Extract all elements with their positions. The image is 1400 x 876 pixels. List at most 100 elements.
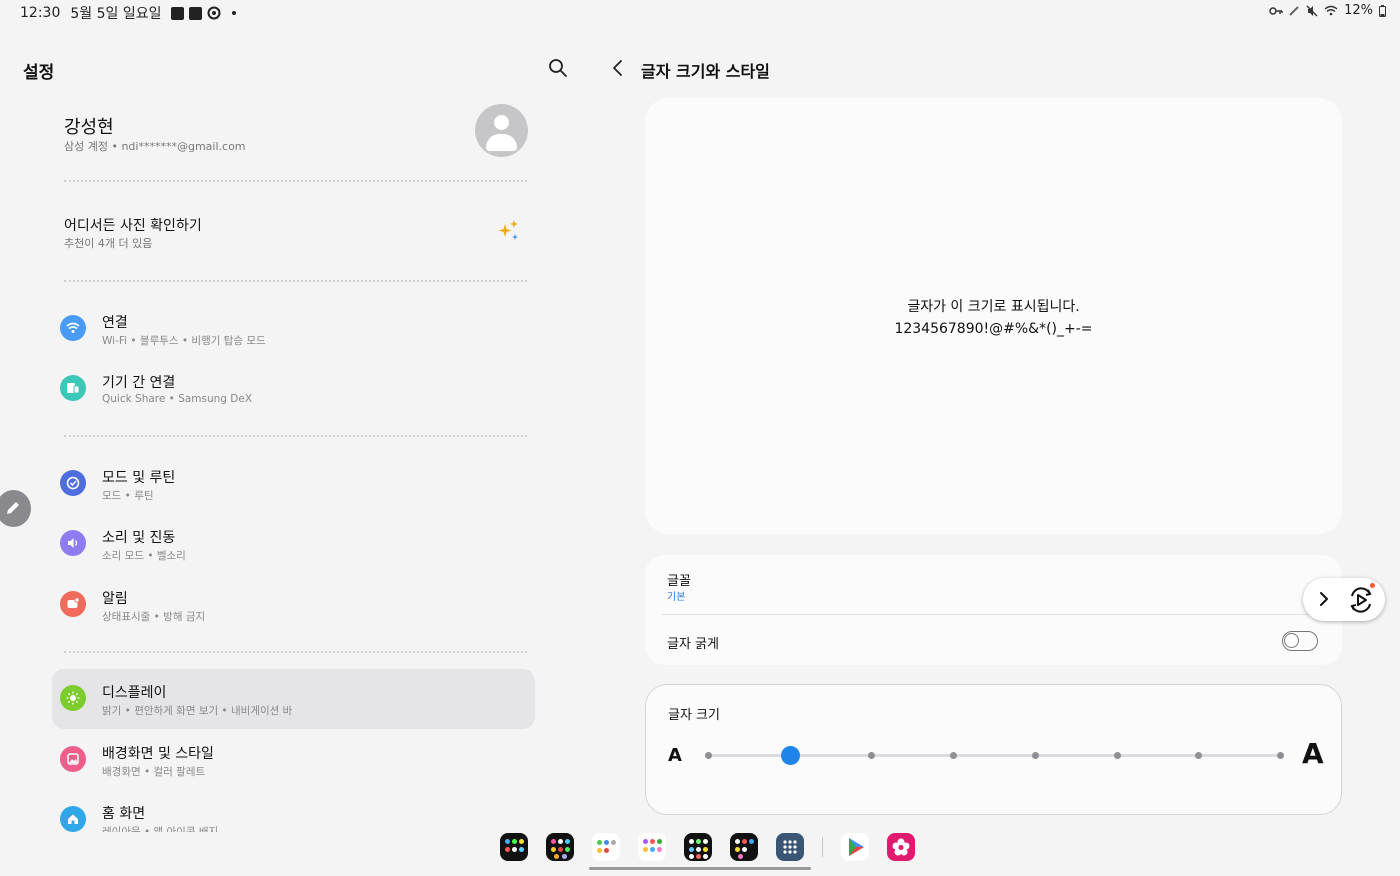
suggestion-subtitle: 추천이 4개 더 있음 xyxy=(64,237,153,250)
font-preview-card: 글자가 이 크기로 표시됩니다. 1234567890!@#%&*()_+-= xyxy=(645,98,1342,534)
app-folder-2-icon[interactable] xyxy=(546,833,574,861)
profile-name[interactable]: 강성현 xyxy=(64,113,114,139)
pen-icon xyxy=(1289,6,1299,16)
settings-title: 설정 xyxy=(23,63,55,83)
notification-icon xyxy=(60,591,86,617)
routine-check-icon xyxy=(60,470,86,496)
settings-item-subtitle: 밝기 • 편안하게 화면 보기 • 내비게이션 바 xyxy=(102,705,293,717)
settings-item-subtitle: 모드 • 루틴 xyxy=(102,490,154,502)
pencil-icon xyxy=(7,502,19,514)
blossom-app-icon[interactable] xyxy=(887,833,915,861)
suggestion-title[interactable]: 어디서든 사진 확인하기 xyxy=(64,215,202,235)
slider-tick xyxy=(705,752,712,759)
status-right: 12% xyxy=(1269,3,1386,18)
screen-record-icon[interactable] xyxy=(1346,585,1376,615)
font-label: 글꼴 xyxy=(667,574,691,589)
font-style-row[interactable]: 글꼴 기본 xyxy=(645,555,1342,613)
brightness-icon xyxy=(60,685,86,711)
settings-item-connections[interactable]: 연결 Wi-Fi • 블루투스 • 비행기 탑승 모드 xyxy=(52,299,535,359)
settings-item-subtitle: Wi-Fi • 블루투스 • 비행기 탑승 모드 xyxy=(102,335,266,347)
settings-item-title: 배경화면 및 스타일 xyxy=(102,746,214,762)
notification-dot xyxy=(1370,583,1375,588)
settings-item-title: 디스플레이 xyxy=(102,685,167,701)
clip-region: 홈 화면 레이아웃 • 앱 아이콘 배지 xyxy=(0,790,560,832)
back-arrow-icon[interactable] xyxy=(606,56,630,80)
app-folder-3-icon[interactable] xyxy=(592,833,620,861)
slider-tick xyxy=(1031,752,1039,759)
edit-pencil-button[interactable] xyxy=(0,490,31,527)
bold-text-label: 글자 굵게 xyxy=(667,637,719,652)
app-folder-1-icon[interactable] xyxy=(500,833,528,861)
home-icon xyxy=(60,806,86,832)
font-style-card: 글꼴 기본 글자 굵게 xyxy=(645,555,1342,665)
battery-percent: 12% xyxy=(1344,3,1373,18)
slider-thumb[interactable] xyxy=(780,746,800,765)
settings-item-notifications[interactable]: 알림 상태표시줄 • 방해 금지 xyxy=(52,575,535,635)
font-size-label: 글자 크기 xyxy=(668,708,720,723)
divider xyxy=(64,180,527,182)
settings-item-modes-routines[interactable]: 모드 및 루틴 모드 • 루틴 xyxy=(52,454,535,514)
key-icon xyxy=(1269,6,1283,15)
grid-icon xyxy=(783,840,797,854)
dot-icon xyxy=(232,11,237,15)
settings-item-subtitle: 소리 모드 • 벨소리 xyxy=(102,550,186,562)
page-title: 글자 크기와 스타일 xyxy=(641,62,770,81)
settings-item-subtitle: 상태표시줄 • 방해 금지 xyxy=(102,611,206,623)
calendar-icon xyxy=(189,6,203,20)
slider-tick xyxy=(950,752,958,759)
avatar-body xyxy=(486,134,517,151)
navigation-handle[interactable] xyxy=(589,867,811,870)
slider-tick xyxy=(868,752,876,759)
settings-item-home-screen[interactable]: 홈 화면 레이아웃 • 앱 아이콘 배지 xyxy=(52,790,535,832)
search-icon[interactable] xyxy=(546,56,570,80)
settings-item-title: 연결 xyxy=(102,315,128,331)
settings-item-subtitle: Quick Share • Samsung DeX xyxy=(102,393,253,405)
divider xyxy=(64,651,527,653)
avatar[interactable] xyxy=(475,104,528,157)
bold-text-toggle[interactable] xyxy=(1282,631,1318,651)
settings-item-device-connect[interactable]: 기기 간 연결 Quick Share • Samsung DeX xyxy=(52,359,535,419)
mute-icon xyxy=(1306,5,1318,16)
settings-item-title: 모드 및 루틴 xyxy=(102,470,176,486)
apps-drawer-icon[interactable] xyxy=(776,833,804,861)
toggle-knob xyxy=(1284,633,1299,648)
status-time: 12:30 xyxy=(20,5,61,21)
settings-item-display[interactable]: 디스플레이 밝기 • 편안하게 화면 보기 • 내비게이션 바 xyxy=(52,669,535,729)
font-value: 기본 xyxy=(667,592,686,603)
preview-text: 글자가 이 크기로 표시됩니다. 1234567890!@#%&*()_+-= xyxy=(645,296,1342,340)
slider-tick xyxy=(1113,752,1121,759)
wifi-icon xyxy=(1324,5,1338,16)
settings-item-title: 알림 xyxy=(102,591,128,607)
settings-item-subtitle: 배경화면 • 컬러 팔레트 xyxy=(102,766,206,778)
chevron-right-icon[interactable] xyxy=(1317,590,1331,608)
dock-separator xyxy=(822,837,823,857)
play-store-icon[interactable] xyxy=(841,833,869,861)
small-a-label: A xyxy=(668,745,682,766)
floating-capture-widget[interactable] xyxy=(1303,578,1385,621)
slider-tick xyxy=(1277,752,1284,759)
app-folder-4-icon[interactable] xyxy=(638,833,666,861)
status-left: 12:30 5월 5일 일요일 xyxy=(20,3,237,23)
app-folder-6-icon[interactable] xyxy=(730,833,758,861)
avatar-head xyxy=(494,115,509,130)
speaker-icon xyxy=(60,530,86,556)
settings-item-wallpaper[interactable]: 배경화면 및 스타일 배경화면 • 컬러 팔레트 xyxy=(52,730,535,790)
play-triangle-icon xyxy=(849,838,864,856)
notification-icons xyxy=(171,6,237,20)
app-folder-5-icon[interactable] xyxy=(684,833,712,861)
devices-icon xyxy=(60,375,86,401)
settings-item-title: 기기 간 연결 xyxy=(102,375,176,391)
large-a-label: A xyxy=(1302,737,1324,770)
preview-line-1: 글자가 이 크기로 표시됩니다. xyxy=(907,299,1080,315)
flower-icon xyxy=(892,838,910,856)
divider xyxy=(64,280,527,282)
battery-icon xyxy=(1379,4,1386,17)
divider xyxy=(662,614,1325,615)
status-date: 5월 5일 일요일 xyxy=(70,6,162,22)
settings-item-title: 소리 및 진동 xyxy=(102,530,176,546)
settings-item-sound[interactable]: 소리 및 진동 소리 모드 • 벨소리 xyxy=(52,514,535,574)
wallpaper-icon xyxy=(60,746,86,772)
font-size-slider[interactable] xyxy=(705,746,1284,765)
taskbar-dock xyxy=(500,833,915,861)
wifi-icon xyxy=(60,315,86,341)
